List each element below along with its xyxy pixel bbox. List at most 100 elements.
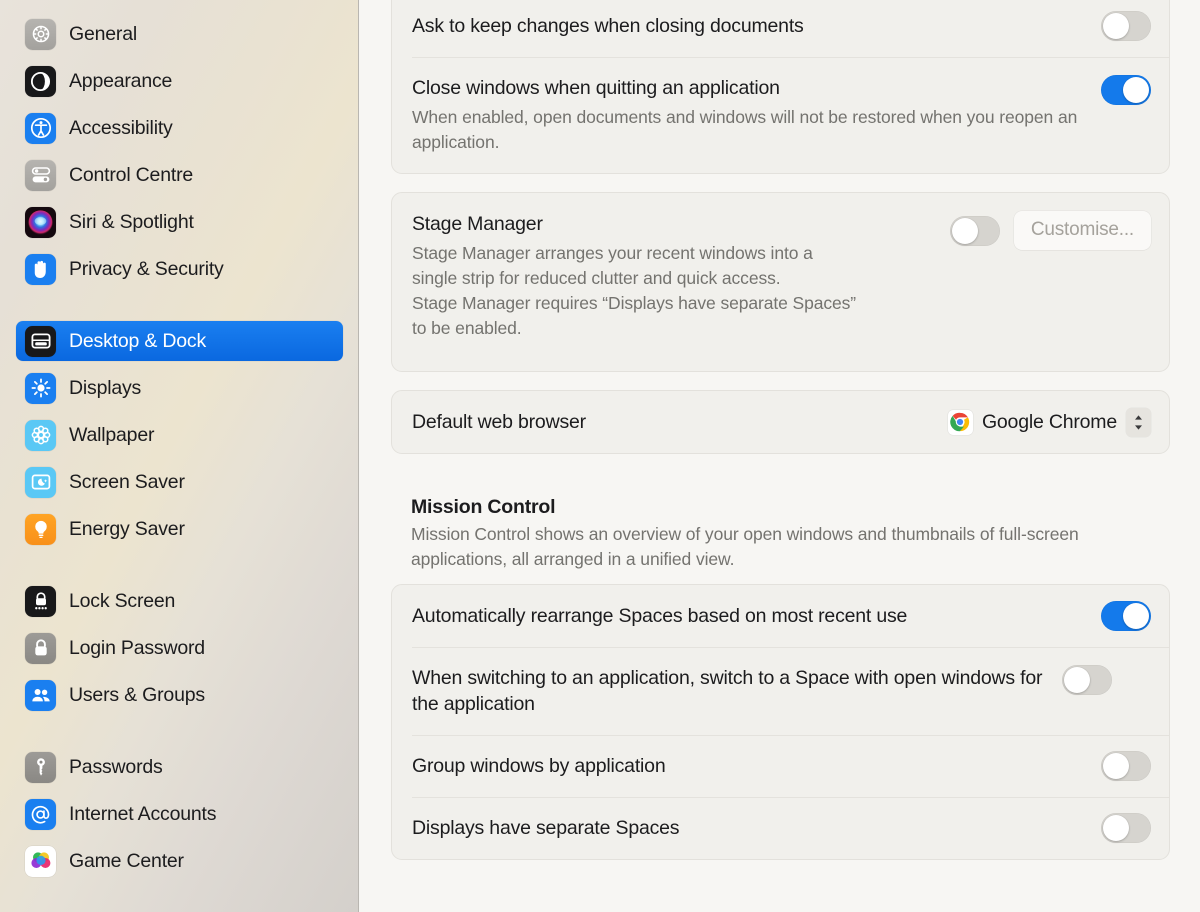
toggle-knob (1123, 77, 1149, 103)
row-label: Group windows by application (412, 755, 666, 777)
sidebar-item-label: Login Password (69, 636, 205, 659)
sidebar-item-appearance[interactable]: Appearance (16, 61, 343, 101)
sidebar-item-label: Screen Saver (69, 470, 185, 493)
toggle-knob (951, 217, 978, 244)
stage-manager-toggle[interactable] (949, 215, 1000, 246)
row-control: Customise... (949, 193, 1151, 250)
privacy-hand-icon (25, 253, 56, 285)
users-groups-icon (25, 679, 56, 711)
sidebar-item-internet-accounts[interactable]: Internet Accounts (16, 794, 343, 834)
sidebar-item-label: General (69, 22, 137, 45)
sidebar-item-label: Internet Accounts (69, 802, 217, 825)
default-browser-card: Default web browser Google Chrome (391, 390, 1170, 454)
toggle-knob (1103, 13, 1129, 39)
sidebar-item-game-center[interactable]: Game Center (16, 841, 343, 881)
popup-value: Google Chrome (981, 410, 1117, 433)
passwords-key-icon (25, 751, 56, 783)
customise-button[interactable]: Customise... (1013, 211, 1151, 250)
row-main: Ask to keep changes when closing documen… (412, 13, 1101, 39)
displays-separate-spaces-toggle[interactable] (1101, 813, 1151, 843)
row-control (1101, 57, 1151, 105)
default-browser-popup-button[interactable]: Google Chrome (947, 407, 1151, 437)
screen-saver-icon (25, 466, 56, 498)
row-control: Google Chrome (947, 407, 1151, 437)
row-auto-rearrange-spaces: Automatically rearrange Spaces based on … (392, 585, 1169, 647)
sidebar-item-energy-saver[interactable]: Energy Saver (16, 509, 343, 549)
section-description: Mission Control shows an overview of you… (411, 524, 1079, 569)
description-line: single strip for reduced clutter and qui… (412, 268, 781, 288)
sidebar-item-label: Game Center (69, 849, 184, 872)
group-windows-toggle[interactable] (1101, 751, 1151, 781)
close-windows-quitting-toggle[interactable] (1101, 75, 1151, 105)
siri-icon (25, 206, 56, 238)
row-group-windows: Group windows by application (392, 735, 1169, 797)
sidebar-item-label: Appearance (69, 69, 173, 92)
sidebar-group-4: Passwords Internet Accounts Game Center (0, 747, 359, 881)
description-line: Stage Manager requires “Displays have se… (412, 293, 857, 313)
row-default-web-browser: Default web browser Google Chrome (392, 391, 1169, 453)
gear-icon (25, 18, 56, 50)
sidebar-divider-2 (0, 556, 359, 581)
row-control (1101, 751, 1151, 781)
control-centre-icon (25, 159, 56, 191)
sidebar-item-privacy-security[interactable]: Privacy & Security (16, 249, 343, 289)
sidebar-item-displays[interactable]: Displays (16, 368, 343, 408)
chevron-up-down-icon (1126, 407, 1151, 437)
sidebar-item-general[interactable]: General (16, 14, 343, 54)
row-label: Automatically rearrange Spaces based on … (412, 605, 908, 627)
login-password-lock-icon (25, 632, 56, 664)
row-main: Automatically rearrange Spaces based on … (412, 603, 1101, 629)
sidebar-item-accessibility[interactable]: Accessibility (16, 108, 343, 148)
stage-manager-card: Stage Manager Stage Manager arranges you… (391, 192, 1170, 372)
chrome-icon (947, 409, 973, 435)
sidebar-item-label: Desktop & Dock (69, 329, 207, 352)
row-stage-manager: Stage Manager Stage Manager arranges you… (392, 193, 1169, 371)
auto-rearrange-spaces-toggle[interactable] (1101, 601, 1151, 631)
row-control (1062, 647, 1112, 695)
sidebar-item-label: Displays (69, 376, 142, 399)
sidebar-item-label: Wallpaper (69, 423, 155, 446)
row-close-windows-quitting: Close windows when quitting an applicati… (392, 57, 1169, 173)
row-displays-separate-spaces: Displays have separate Spaces (392, 797, 1169, 859)
wallpaper-flower-icon (25, 419, 56, 451)
row-label: When switching to an application, switch… (412, 667, 1043, 715)
row-main: Close windows when quitting an applicati… (412, 57, 1101, 173)
sidebar-group-1: General Appearance Accessibility Control… (0, 14, 359, 289)
row-main: Default web browser (412, 409, 948, 435)
sidebar-item-label: Users & Groups (69, 683, 205, 706)
sidebar-item-siri-spotlight[interactable]: Siri & Spotlight (16, 202, 343, 242)
row-label: Stage Manager (412, 213, 543, 235)
sidebar-group-3: Lock Screen Login Password Users & Group… (0, 581, 359, 715)
sidebar-item-screen-saver[interactable]: Screen Saver (16, 462, 343, 502)
sidebar-item-label: Energy Saver (69, 517, 185, 540)
description-line: to be enabled. (412, 318, 522, 338)
row-label: Default web browser (412, 411, 586, 433)
sidebar-item-label: Accessibility (69, 116, 173, 139)
sidebar-item-wallpaper[interactable]: Wallpaper (16, 415, 343, 455)
sidebar-item-label: Siri & Spotlight (69, 210, 194, 233)
sidebar-item-label: Lock Screen (69, 589, 176, 612)
sidebar-item-control-centre[interactable]: Control Centre (16, 155, 343, 195)
row-control (1101, 813, 1151, 843)
row-main: Displays have separate Spaces (412, 815, 1101, 841)
row-control (1101, 11, 1151, 41)
game-center-icon (25, 845, 56, 877)
sidebar-item-desktop-dock[interactable]: Desktop & Dock (16, 321, 343, 361)
sidebar-item-label: Privacy & Security (69, 257, 224, 280)
desktop-dock-icon (25, 325, 56, 357)
row-control (1101, 601, 1151, 631)
switch-to-space-toggle[interactable] (1062, 665, 1112, 695)
ask-keep-changes-toggle[interactable] (1101, 11, 1151, 41)
row-main: Group windows by application (412, 753, 1101, 779)
row-main: When switching to an application, switch… (412, 647, 1062, 735)
sidebar-item-passwords[interactable]: Passwords (16, 747, 343, 787)
sidebar-item-lock-screen[interactable]: Lock Screen (16, 581, 343, 621)
toggle-knob (1064, 667, 1090, 693)
sidebar-item-login-password[interactable]: Login Password (16, 628, 343, 668)
row-label: Close windows when quitting an applicati… (412, 77, 780, 99)
sidebar-item-label: Passwords (69, 755, 163, 778)
sidebar-item-users-groups[interactable]: Users & Groups (16, 675, 343, 715)
accessibility-icon (25, 112, 56, 144)
toggle-knob (1103, 753, 1129, 779)
lock-screen-icon (25, 585, 56, 617)
